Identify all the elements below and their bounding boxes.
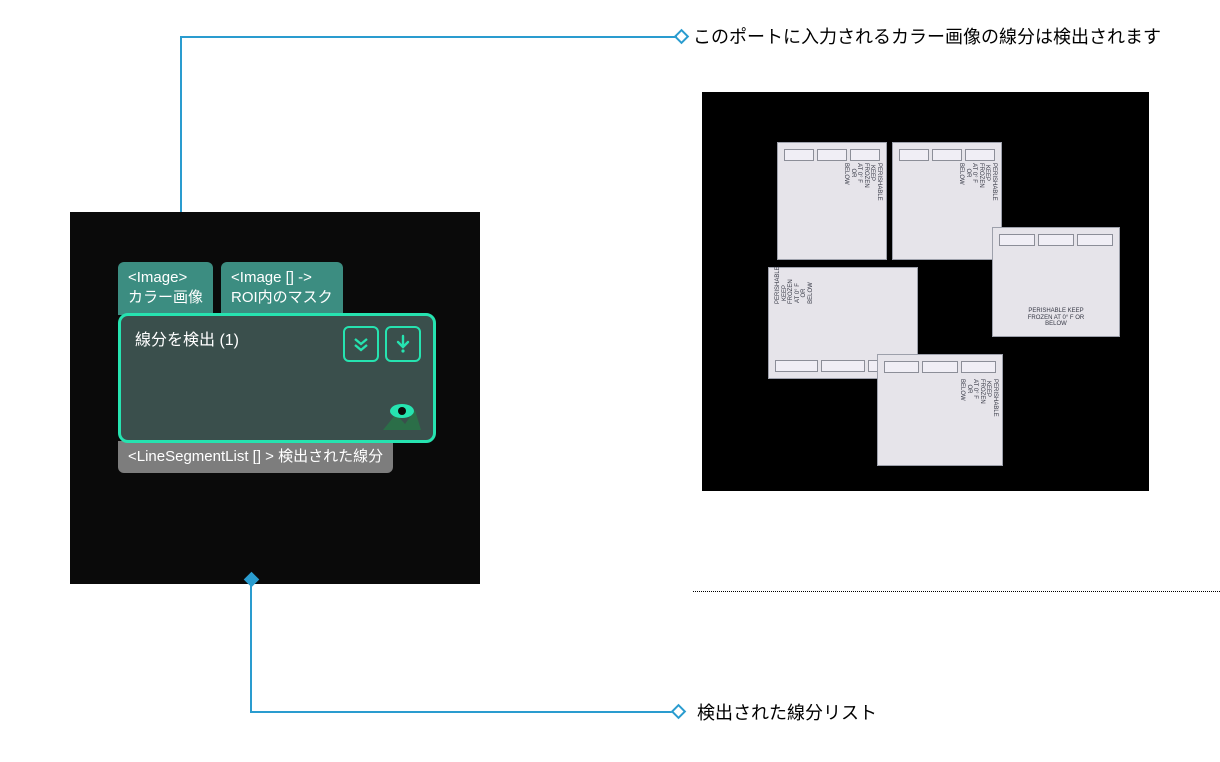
port-label: ROI内のマスク (231, 288, 333, 308)
chevron-double-down-icon (351, 334, 371, 354)
detect-line-segments-node[interactable]: 線分を検出 (1) (118, 313, 436, 443)
port-label: 検出された線分 (278, 448, 383, 465)
node-buttons (343, 326, 421, 362)
output-port-line-segments[interactable]: <LineSegmentList [] > 検出された線分 (118, 441, 393, 473)
sample-image: PERISHABLE KEEP FROZEN AT 0° F OR BELOW … (702, 92, 1149, 491)
expand-button[interactable] (343, 326, 379, 362)
port-type: <Image [] -> (231, 268, 333, 288)
connector-line (250, 582, 252, 712)
input-port-image[interactable]: <Image> カラー画像 (118, 262, 213, 315)
visualize-icon[interactable] (381, 400, 423, 434)
download-button[interactable] (385, 326, 421, 362)
connector-line (250, 711, 674, 713)
node-panel: <Image> カラー画像 <Image [] -> ROI内のマスク 線分を検… (70, 212, 480, 584)
annotation-top: このポートに入力されるカラー画像の線分は検出されます (693, 24, 1161, 51)
connector-line (181, 36, 677, 38)
divider (693, 591, 1220, 592)
arrow-down-dot-icon (393, 334, 413, 354)
input-ports-row: <Image> カラー画像 <Image [] -> ROI内のマスク (118, 262, 456, 315)
port-type: <Image> (128, 268, 203, 288)
annotation-bottom: 検出された線分リスト (697, 700, 877, 727)
connector-diamond (671, 704, 687, 720)
input-port-roi-mask[interactable]: <Image [] -> ROI内のマスク (221, 262, 343, 315)
port-type: <LineSegmentList [] > (128, 448, 274, 465)
port-label: カラー画像 (128, 288, 203, 308)
